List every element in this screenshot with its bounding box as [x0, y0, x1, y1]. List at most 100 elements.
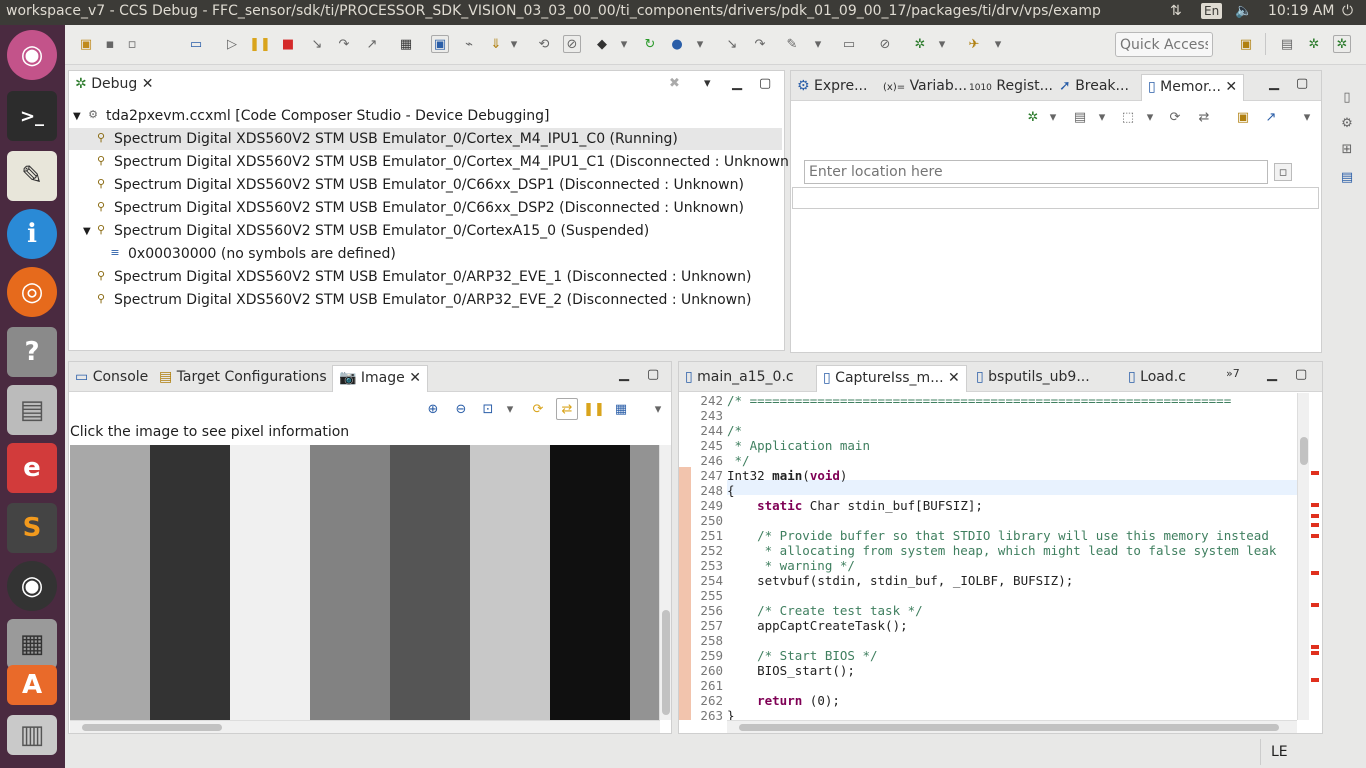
tab-overflow[interactable]: »7 [1226, 367, 1240, 380]
zoom-in-icon[interactable]: ⊕ [424, 400, 442, 418]
tab-breakpoints[interactable]: ➚ Break... [1053, 74, 1135, 101]
workspace-switcher-icon[interactable]: ▥ [7, 715, 57, 755]
debug-item[interactable]: ⚲ Spectrum Digital XDS560V2 STM USB Emula… [69, 128, 782, 150]
location-input[interactable] [804, 160, 1268, 184]
external-tools-dropdown-icon[interactable]: ▾ [989, 35, 1007, 53]
quick-access-input[interactable] [1115, 32, 1213, 57]
tab-bsputils[interactable]: ▯ bsputils_ub9... [970, 365, 1096, 392]
new-view-icon[interactable]: ▣ [1234, 108, 1252, 126]
view-menu-icon[interactable]: ▾ [649, 400, 667, 418]
view-menu-icon[interactable]: ▾ [704, 76, 711, 91]
continuous-refresh-icon[interactable]: ⇄ [556, 398, 578, 420]
save-all-icon[interactable]: ▫ [123, 35, 141, 53]
terminal-icon[interactable]: >_ [7, 91, 57, 141]
memory-save-icon[interactable]: ▤ [1071, 108, 1089, 126]
debug-item[interactable]: ⚲ Spectrum Digital XDS560V2 STM USB Emula… [93, 266, 752, 288]
tool-dropdown-icon[interactable]: ▾ [809, 35, 827, 53]
tab-target-configurations[interactable]: ▤ Target Configurations [153, 365, 333, 392]
remove-terminated-icon[interactable]: ✖ [669, 76, 680, 91]
load-dropdown-icon[interactable]: ▾ [505, 35, 523, 53]
refresh-icon[interactable]: ⟳ [1166, 108, 1184, 126]
debug-item[interactable]: ▼ ⚲ Spectrum Digital XDS560V2 STM USB Emul… [83, 220, 649, 242]
debug-icon[interactable]: ↻ [641, 35, 659, 53]
outline-mini-icon[interactable]: ⊞ [1338, 140, 1356, 158]
terminate-icon[interactable]: ■ [279, 35, 297, 53]
tab-image[interactable]: 📷 Image ✕ [332, 365, 428, 392]
minimize-icon[interactable]: ▁ [1267, 367, 1277, 382]
maximize-icon[interactable]: ▢ [1296, 76, 1308, 91]
zoom-dropdown-icon[interactable]: ▾ [501, 400, 519, 418]
zoom-out-icon[interactable]: ⊖ [452, 400, 470, 418]
image-canvas[interactable] [70, 445, 660, 720]
view-menu-icon[interactable]: ▾ [1298, 108, 1316, 126]
debug-item[interactable]: ⚲ Spectrum Digital XDS560V2 STM USB Emula… [93, 197, 744, 219]
memory-export-icon[interactable]: ⬚ [1119, 108, 1137, 126]
files-icon[interactable]: ▤ [7, 385, 57, 435]
external-tools-icon[interactable]: ✈ [965, 35, 983, 53]
expressions-mini-icon[interactable]: ⚙ [1338, 114, 1356, 132]
close-icon[interactable]: ✕ [1225, 79, 1237, 95]
tab-expressions[interactable]: ⚙ Expre... [791, 74, 873, 101]
new-memory-monitor-icon[interactable]: ✲ [1024, 108, 1042, 126]
minimize-icon[interactable]: ▁ [732, 76, 742, 91]
sync-icon[interactable]: ⇄ [1195, 108, 1213, 126]
dropdown-icon[interactable]: ▾ [1044, 108, 1062, 126]
perspective-ccs-debug-icon[interactable]: ✲ [1333, 35, 1351, 53]
refresh-image-icon[interactable]: ⟳ [529, 400, 547, 418]
pause-icon[interactable]: ❚❚ [583, 400, 605, 418]
image-vscrollbar[interactable] [659, 445, 671, 720]
debug-root[interactable]: ▼ ⚙ tda2pxevm.ccxml [Code Composer Studio … [73, 105, 549, 127]
tab-debug[interactable]: ✲ Debug ✕ [69, 72, 160, 99]
debug-item[interactable]: ⚲ Spectrum Digital XDS560V2 STM USB Emula… [93, 174, 744, 196]
close-icon[interactable]: ✕ [142, 76, 154, 92]
new-icon[interactable]: ▣ [77, 35, 95, 53]
maximize-icon[interactable]: ▢ [759, 76, 771, 91]
disc-burner-icon[interactable]: ◉ [7, 561, 57, 611]
editor-vscrollbar[interactable] [1297, 393, 1309, 720]
run-icon[interactable]: ● [668, 35, 686, 53]
debug-item[interactable]: ⚲ Spectrum Digital XDS560V2 STM USB Emula… [93, 289, 752, 311]
save-icon[interactable]: ▪ [101, 35, 119, 53]
network-icon[interactable]: ⇅ [1170, 3, 1182, 19]
assembly-step-icon[interactable]: ↘ [723, 35, 741, 53]
terminal-view-icon[interactable]: ▭ [187, 35, 205, 53]
firefox-icon[interactable]: ◎ [7, 267, 57, 317]
dropdown-icon[interactable]: ▾ [1141, 108, 1159, 126]
bug-dropdown-icon[interactable]: ▾ [933, 35, 951, 53]
code-area[interactable]: 242 /* ==================================… [679, 393, 1297, 720]
maximize-icon[interactable]: ▢ [647, 367, 659, 382]
assembly-over-icon[interactable]: ↷ [751, 35, 769, 53]
keyboard-indicator[interactable]: En [1201, 3, 1223, 19]
editor-hscrollbar[interactable] [727, 720, 1297, 733]
open-perspective-icon[interactable]: ▣ [1237, 35, 1255, 53]
run-dropdown-icon[interactable]: ▾ [691, 35, 709, 53]
power-icon[interactable]: ⏻ [1342, 3, 1353, 19]
resume-icon[interactable]: ▷ [223, 35, 241, 53]
scroll-thumb[interactable] [739, 724, 1279, 731]
minimize-icon[interactable]: ▁ [619, 367, 629, 382]
ip-app-icon[interactable]: ℹ [7, 209, 57, 259]
volume-icon[interactable]: 🔈 [1235, 3, 1252, 19]
go-icon[interactable]: ▫ [1274, 163, 1292, 181]
bug-icon[interactable]: ✲ [911, 35, 929, 53]
tab-variables[interactable]: (x)= Variab... [877, 74, 973, 101]
scroll-thumb[interactable] [1300, 437, 1308, 465]
dropdown-icon[interactable]: ▾ [1093, 108, 1111, 126]
sublime-text-icon[interactable]: S [7, 503, 57, 553]
connect-target-icon[interactable]: ▣ [431, 35, 449, 53]
disassembly-mini-icon[interactable]: ▤ [1338, 168, 1356, 186]
scroll-thumb[interactable] [82, 724, 222, 731]
reset-icon[interactable]: ⟲ [535, 35, 553, 53]
document-viewer-icon[interactable]: e [7, 443, 57, 493]
grid-icon[interactable]: ▦ [397, 35, 415, 53]
step-return-icon[interactable]: ↗ [363, 35, 381, 53]
properties-icon[interactable]: ▦ [612, 400, 630, 418]
calculator-icon[interactable]: ▦ [7, 619, 57, 669]
clock[interactable]: 10:19 AM [1268, 3, 1334, 19]
tab-main-a15[interactable]: ▯ main_a15_0.c [679, 365, 800, 392]
disconnect-icon[interactable]: ⌁ [460, 35, 478, 53]
load-program-icon[interactable]: ⇓ [487, 35, 505, 53]
maximize-icon[interactable]: ▢ [1295, 367, 1307, 382]
suspend-icon[interactable]: ❚❚ [249, 35, 271, 53]
software-center-icon[interactable]: A [7, 665, 57, 705]
